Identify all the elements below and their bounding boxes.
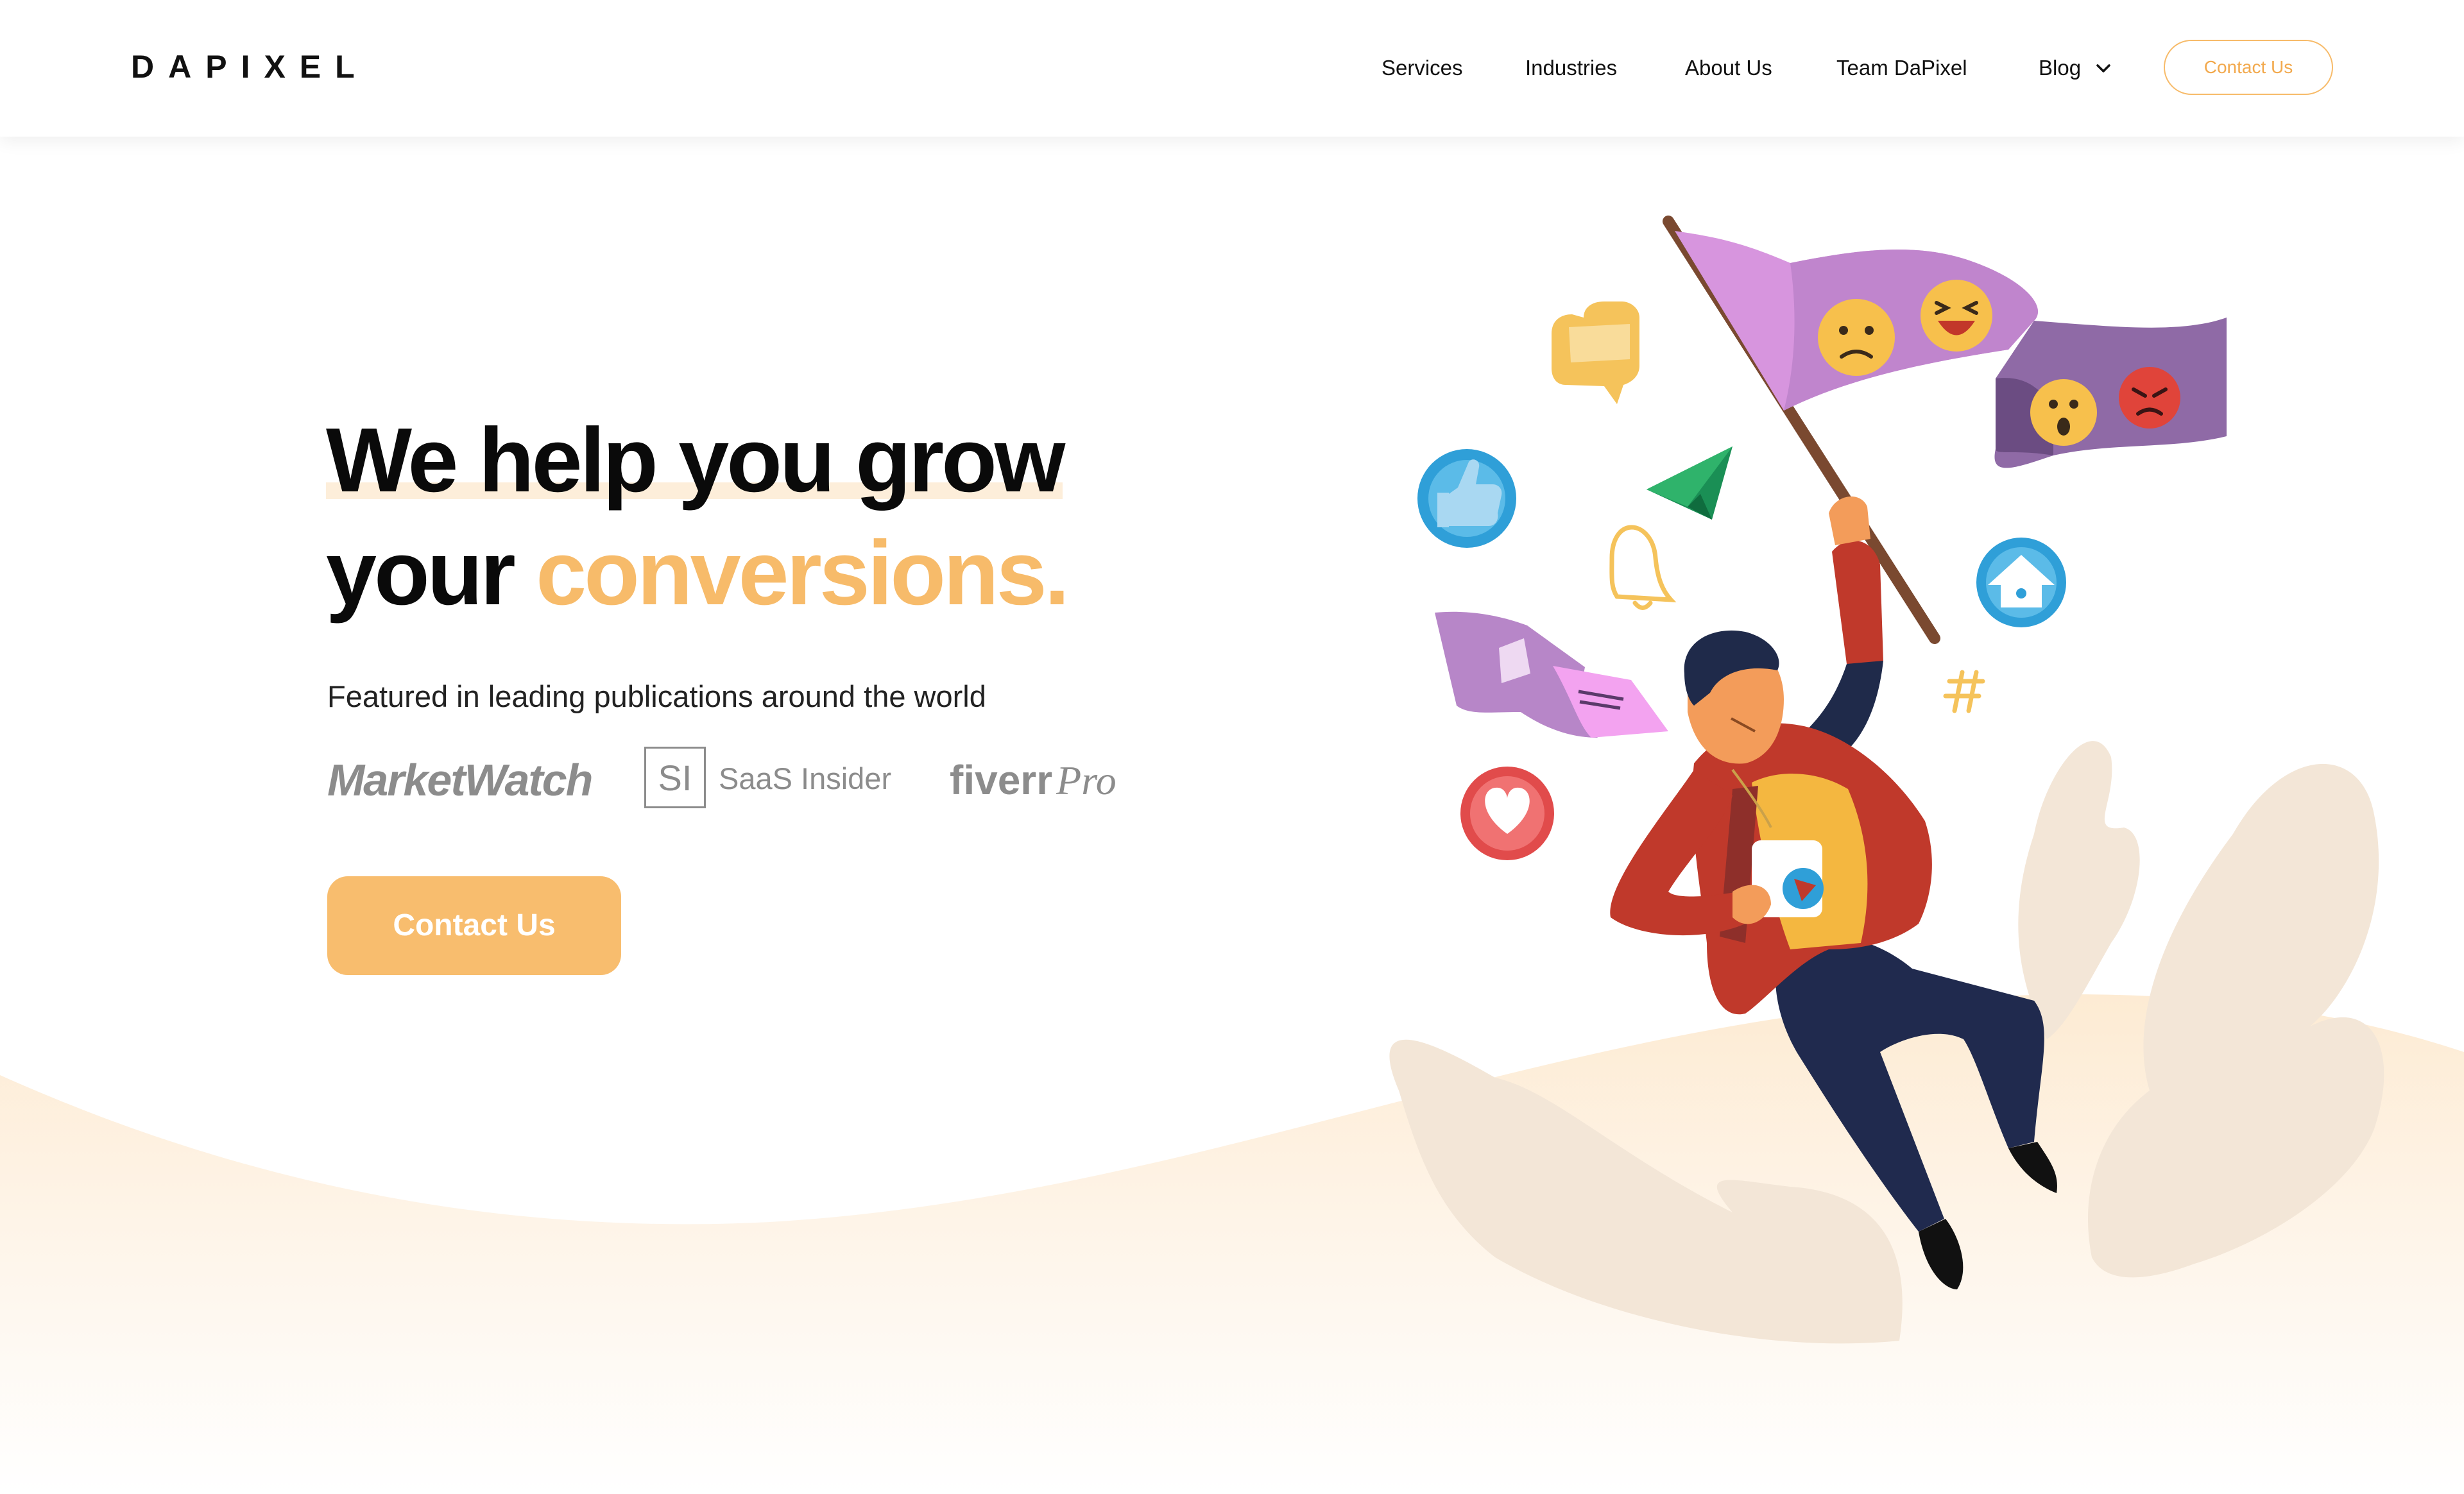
nav-team-dapixel[interactable]: Team DaPixel: [1836, 50, 1967, 86]
header-contact-button[interactable]: Contact Us: [2164, 40, 2333, 95]
fiverr-pro-logo: fiverrPro: [950, 742, 1116, 819]
marketwatch-logo: MarketWatch: [327, 755, 593, 805]
man-with-flag: [1610, 496, 2057, 1289]
emoji-wow-icon: [2030, 379, 2097, 446]
hashtag-icon: [1943, 670, 1985, 713]
saas-insider-mark: SI: [644, 747, 706, 808]
nav-services[interactable]: Services: [1382, 50, 1463, 86]
emoji-laugh-icon: [1921, 280, 1992, 352]
featured-in-text: Featured in leading publications around …: [327, 679, 986, 713]
nav-blog-dropdown[interactable]: Blog: [2039, 50, 2116, 86]
hero-headline: We help you grow your conversions.: [326, 404, 1160, 630]
emoji-angry-icon: [2119, 367, 2180, 429]
thumbs-up-icon: [1417, 449, 1516, 548]
chat-bubble-icon: [1552, 301, 1639, 404]
image-flag-icon: [1435, 611, 1668, 738]
hero-illustration: [1389, 216, 2384, 1344]
fiverr-pro-wordmark: Pro: [1056, 758, 1116, 803]
saas-insider-name: SaaS Insider: [719, 761, 892, 795]
headline-accent: conversions.: [536, 522, 1070, 624]
bell-icon: [1609, 525, 1677, 610]
nav-about-us[interactable]: About Us: [1685, 50, 1772, 86]
paper-plane-icon: [1647, 446, 1733, 520]
chevron-down-icon: [2094, 59, 2112, 80]
hero-contact-button[interactable]: Contact Us: [327, 876, 621, 975]
nav-blog[interactable]: Blog: [2039, 50, 2081, 86]
headline-line-1: We help you grow: [326, 404, 1065, 517]
logo[interactable]: DAPIXEL: [131, 47, 369, 86]
headline-line-2-start: your: [326, 522, 516, 624]
home-icon: [1976, 538, 2066, 627]
fiverr-wordmark: fiverr: [950, 757, 1053, 803]
heart-icon: [1460, 767, 1554, 860]
emoji-sad-icon: [1818, 299, 1895, 376]
nav-industries[interactable]: Industries: [1525, 50, 1617, 86]
site-header: DAPIXEL Services Industries About Us Tea…: [0, 0, 2464, 137]
